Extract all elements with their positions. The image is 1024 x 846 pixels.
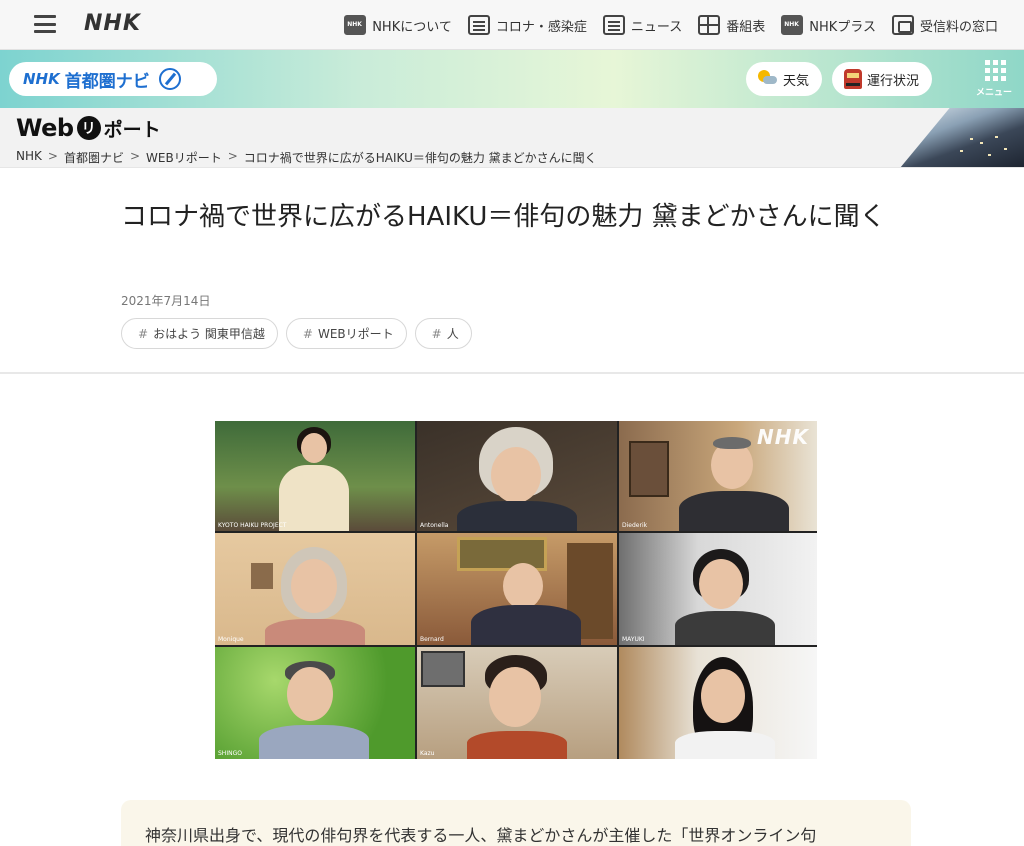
- video-tile: SHINGO: [215, 647, 415, 759]
- breadcrumb-item-current: コロナ禍で世界に広がるHAIKU＝俳句の魅力 黛まどかさんに聞く: [243, 151, 597, 165]
- participant-name: SHINGO: [218, 750, 242, 757]
- corona-icon: [467, 15, 490, 35]
- logo-circle-text: リ: [76, 116, 101, 140]
- nav-nhk-about[interactable]: NHKについて: [344, 15, 452, 35]
- nhk-plus-icon: [781, 15, 804, 35]
- video-tile: Antonella: [417, 421, 617, 531]
- participant-name: Kazu: [420, 750, 435, 757]
- grid-menu-icon: [985, 60, 1020, 81]
- nhk-about-icon: [344, 15, 367, 35]
- participant-name: KYOTO HAIKU PROJECT: [218, 522, 287, 529]
- hash-icon: #: [431, 326, 442, 341]
- weather-button[interactable]: 天気: [746, 62, 823, 96]
- breadcrumb-item-nhk[interactable]: NHK: [16, 149, 42, 166]
- nav-corona[interactable]: コロナ・感染症: [467, 15, 587, 35]
- train-icon: [844, 69, 862, 89]
- nav-news[interactable]: ニュース: [602, 15, 683, 35]
- weather-icon: [758, 70, 778, 88]
- video-tile: NHK Diederik: [619, 421, 817, 531]
- logo-rest-text: ポート: [103, 118, 161, 141]
- nav-nhk-plus[interactable]: NHKプラス: [781, 15, 876, 35]
- nav-label: 受信料の窓口: [919, 19, 998, 35]
- breadcrumb-item-webreport[interactable]: WEBリポート: [146, 149, 222, 166]
- hamburger-menu-icon[interactable]: [34, 15, 56, 33]
- participant-name: Bernard: [420, 636, 444, 643]
- area-name: 首都圏ナビ: [64, 71, 150, 92]
- nhk-logo[interactable]: NHK: [84, 11, 141, 36]
- video-tile: Bernard: [417, 533, 617, 645]
- web-report-logo[interactable]: Web リ ポート: [16, 114, 161, 142]
- tag-item[interactable]: # おはよう 関東甲信越: [121, 318, 278, 349]
- article-date: 2021年7月14日: [121, 294, 211, 308]
- section-divider: [0, 372, 1024, 374]
- video-tile: Monique: [215, 533, 415, 645]
- traffic-label: 運行状況: [867, 73, 920, 89]
- logo-web-text: Web: [16, 114, 74, 142]
- breadcrumb: NHK > 首都圏ナビ > WEBリポート > コロナ禍で世界に広がるHAIKU…: [16, 149, 597, 166]
- video-tile: Kazu: [417, 647, 617, 759]
- article-main-photo: KYOTO HAIKU PROJECT Antonella NHK Dieder…: [215, 421, 817, 759]
- participant-name: MAYUKI: [622, 636, 645, 643]
- weather-label: 天気: [783, 73, 810, 89]
- reception-fee-icon: [891, 15, 914, 35]
- tag-list: # おはよう 関東甲信越 # WEBリポート # 人: [121, 318, 472, 349]
- tag-label: 人: [446, 327, 459, 341]
- program-table-icon: [698, 15, 721, 35]
- video-tile: [619, 647, 817, 759]
- global-header: NHK NHKについて コロナ・感染症 ニュース 番組表 NHKプラス 受信料の…: [0, 0, 1024, 50]
- hash-icon: #: [138, 326, 149, 341]
- nav-label: ニュース: [630, 19, 683, 35]
- nav-label: NHKプラス: [809, 19, 876, 35]
- city-night-image: [900, 108, 1024, 167]
- tag-item[interactable]: # 人: [414, 318, 472, 349]
- participant-name: Monique: [218, 636, 244, 643]
- nav-label: コロナ・感染症: [495, 19, 587, 35]
- tag-label: WEBリポート: [317, 327, 394, 341]
- nav-reception-fee[interactable]: 受信料の窓口: [891, 15, 998, 35]
- section-header: Web リ ポート NHK > 首都圏ナビ > WEBリポート > コロナ禍で世…: [0, 108, 1024, 168]
- tag-item[interactable]: # WEBリポート: [285, 318, 407, 349]
- area-nav-bar: NHK 首都圏ナビ 天気 運行状況 メニュー: [0, 50, 1024, 108]
- news-icon: [602, 15, 625, 35]
- traffic-status-button[interactable]: 運行状況: [832, 62, 933, 96]
- breadcrumb-item-area[interactable]: 首都圏ナビ: [64, 149, 124, 166]
- video-tile: KYOTO HAIKU PROJECT: [215, 421, 415, 531]
- breadcrumb-separator: >: [47, 149, 58, 163]
- hash-icon: #: [302, 326, 313, 341]
- compass-icon: [158, 68, 181, 90]
- menu-label: メニュー: [976, 88, 1013, 98]
- participant-name: Antonella: [420, 522, 449, 529]
- nav-label: NHKについて: [372, 19, 452, 35]
- area-home-link[interactable]: NHK 首都圏ナビ: [9, 62, 217, 96]
- nav-program-table[interactable]: 番組表: [698, 15, 765, 35]
- breadcrumb-separator: >: [227, 149, 238, 163]
- participant-name: Diederik: [622, 522, 648, 529]
- menu-button[interactable]: メニュー: [976, 60, 1020, 100]
- tag-label: おはよう 関東甲信越: [153, 327, 265, 341]
- video-tile: MAYUKI: [619, 533, 817, 645]
- nav-label: 番組表: [726, 19, 766, 35]
- breadcrumb-separator: >: [129, 149, 141, 163]
- nhk-watermark: NHK: [757, 425, 809, 449]
- article-intro: 神奈川県出身で、現代の俳句界を代表する一人、黛まどかさんが主催した「世界オンライ…: [121, 800, 911, 846]
- article-title: コロナ禍で世界に広がるHAIKU＝俳句の魅力 黛まどかさんに聞く: [121, 202, 886, 232]
- global-nav: NHKについて コロナ・感染症 ニュース 番組表 NHKプラス 受信料の窓口: [344, 0, 998, 50]
- area-brand: NHK: [23, 70, 60, 88]
